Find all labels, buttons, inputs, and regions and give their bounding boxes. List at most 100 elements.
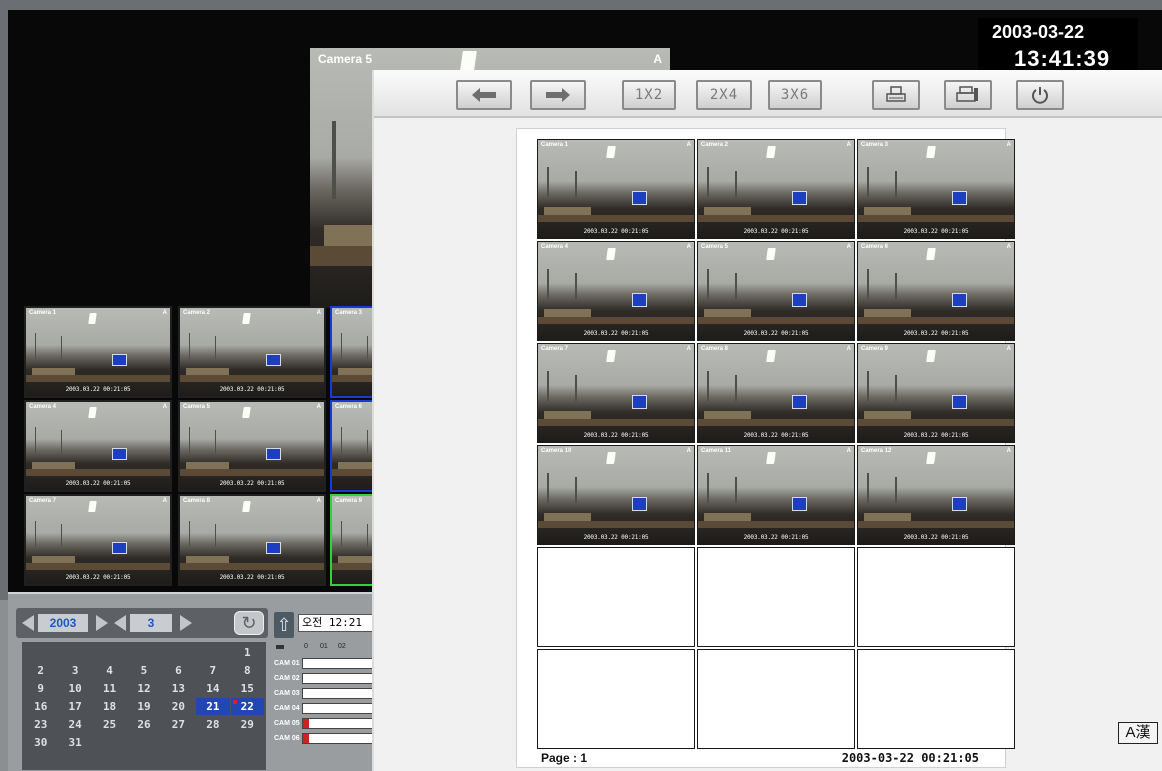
- close-preview-button[interactable]: [1016, 80, 1064, 110]
- timeline-row[interactable]: CAM 04: [274, 701, 388, 716]
- recording-marker: [303, 719, 309, 728]
- calendar-day[interactable]: 17: [58, 698, 91, 715]
- calendar-day[interactable]: 6: [162, 662, 195, 679]
- next-month-arrow-icon[interactable]: [180, 615, 192, 631]
- calendar-day[interactable]: 13: [162, 680, 195, 697]
- calendar-grid: 1 2 3 4 5 6 7 8 9 10 11 12 13 14 15 16 17 18 19 20 21 22 23 24 2…: [22, 642, 266, 770]
- clock-display: 2003-03-22 13:41:39: [978, 18, 1138, 76]
- timeline-camera-label: CAM 01: [274, 660, 300, 667]
- calendar-day[interactable]: 30: [24, 734, 57, 751]
- calendar-day: [162, 644, 195, 661]
- page-timestamp: 2003-03-22 00:21:05: [841, 751, 979, 765]
- empty-page-cell: [857, 649, 1015, 749]
- calendar-day[interactable]: 10: [58, 680, 91, 697]
- page-cell: Camera 3 A 2003.03.22 00:21:05: [857, 139, 1015, 239]
- calendar-day: [127, 644, 160, 661]
- right-arrow-icon: [546, 88, 570, 102]
- calendar-day[interactable]: 29: [231, 716, 264, 733]
- page-cell: Camera 6 A 2003.03.22 00:21:05: [857, 241, 1015, 341]
- camera-thumbnail[interactable]: Camera 2 A 2003.03.22 00:21:05: [178, 306, 326, 398]
- calendar-day[interactable]: 22: [230, 698, 264, 715]
- layout-1x2-button[interactable]: 1X2: [622, 80, 676, 110]
- page-cell: Camera 9 A 2003.03.22 00:21:05: [857, 343, 1015, 443]
- calendar-day[interactable]: 27: [162, 716, 195, 733]
- camera-timestamp: 2003.03.22 00:21:05: [743, 330, 809, 338]
- camera-label: Camera 2: [701, 142, 729, 148]
- calendar-day[interactable]: 3: [58, 662, 91, 679]
- camera-flag: A: [316, 404, 321, 410]
- power-icon: [1032, 87, 1048, 104]
- calendar-day[interactable]: 24: [58, 716, 91, 733]
- timeline-row[interactable]: CAM 05: [274, 716, 388, 731]
- timeline-row[interactable]: CAM 06: [274, 731, 388, 746]
- calendar-day[interactable]: 2: [24, 662, 57, 679]
- camera-flag: A: [162, 310, 167, 316]
- calendar-day[interactable]: 1: [231, 644, 264, 661]
- print-setup-icon: [956, 86, 978, 102]
- print-button[interactable]: [872, 80, 920, 110]
- layout-2x4-button[interactable]: 2X4: [696, 80, 752, 110]
- calendar-day[interactable]: 14: [196, 680, 229, 697]
- next-page-button[interactable]: [530, 80, 586, 110]
- timeline-row[interactable]: CAM 03: [274, 686, 388, 701]
- calendar-day[interactable]: 25: [93, 716, 126, 733]
- camera-timestamp: 2003.03.22 00:21:05: [583, 432, 649, 440]
- print-setup-button[interactable]: [944, 80, 992, 110]
- calendar-day: [93, 734, 126, 751]
- calendar-day[interactable]: 15: [231, 680, 264, 697]
- calendar-day[interactable]: 23: [24, 716, 57, 733]
- calendar-day: [231, 734, 264, 751]
- calendar-day: [93, 644, 126, 661]
- calendar-day[interactable]: 18: [93, 698, 126, 715]
- page-cell: Camera 7 A 2003.03.22 00:21:05: [537, 343, 695, 443]
- camera-thumbnail[interactable]: Camera 7 A 2003.03.22 00:21:05: [24, 494, 172, 586]
- timeline-row[interactable]: CAM 02: [274, 671, 388, 686]
- camera-label: Camera 8: [183, 498, 211, 504]
- camera-thumbnail[interactable]: Camera 8 A 2003.03.22 00:21:05: [178, 494, 326, 586]
- camera-timestamp: 2003.03.22 00:21:05: [65, 574, 131, 582]
- layout-3x6-button[interactable]: 3X6: [768, 80, 822, 110]
- prev-year-arrow-icon[interactable]: [22, 615, 34, 631]
- camera-thumbnail[interactable]: Camera 4 A 2003.03.22 00:21:05: [24, 400, 172, 492]
- camera-image: Camera 9 A 2003.03.22 00:21:05: [858, 344, 1014, 442]
- calendar-day[interactable]: 16: [24, 698, 57, 715]
- up-arrow-icon[interactable]: ⇧: [274, 612, 294, 638]
- next-year-arrow-icon[interactable]: [96, 615, 108, 631]
- calendar-day[interactable]: 12: [127, 680, 160, 697]
- page-cell: Camera 12 A 2003.03.22 00:21:05: [857, 445, 1015, 545]
- timeline-rows: CAM 01 CAM 02 CAM 03 CAM 04 CAM 05 CAM 06: [274, 656, 388, 746]
- camera-thumbnail[interactable]: Camera 5 A 2003.03.22 00:21:05: [178, 400, 326, 492]
- hour-label: 0: [304, 643, 308, 650]
- prev-month-arrow-icon[interactable]: [114, 615, 126, 631]
- calendar-day[interactable]: 11: [93, 680, 126, 697]
- refresh-icon[interactable]: ↻: [234, 611, 264, 635]
- year-field[interactable]: 2003: [38, 614, 88, 632]
- camera-image: Camera 8 A 2003.03.22 00:21:05: [698, 344, 854, 442]
- timeline-row[interactable]: CAM 01: [274, 656, 388, 671]
- camera-timestamp: 2003.03.22 00:21:05: [583, 228, 649, 236]
- calendar-day[interactable]: 31: [58, 734, 91, 751]
- calendar-day[interactable]: 9: [24, 680, 57, 697]
- page-cell: Camera 11 A 2003.03.22 00:21:05: [697, 445, 855, 545]
- camera-timestamp: 2003.03.22 00:21:05: [219, 574, 285, 582]
- calendar-day[interactable]: 8: [231, 662, 264, 679]
- ime-indicator[interactable]: A漢: [1118, 722, 1158, 744]
- camera-label: Camera 5: [183, 404, 211, 410]
- page-cell: Camera 10 A 2003.03.22 00:21:05: [537, 445, 695, 545]
- calendar-day[interactable]: 26: [127, 716, 160, 733]
- calendar-day[interactable]: 4: [93, 662, 126, 679]
- calendar-day[interactable]: 21: [196, 698, 230, 715]
- print-page: Camera 1 A 2003.03.22 00:21:05 Camera 2 A 200…: [516, 128, 1015, 768]
- camera-thumbnail[interactable]: Camera 1 A 2003.03.22 00:21:05: [24, 306, 172, 398]
- preview-toolbar: 1X2 2X4 3X6: [374, 70, 1162, 118]
- camera-flag: A: [1006, 142, 1011, 148]
- print-preview-window: 1X2 2X4 3X6 Camera 1 A 2003.03.22 00:21:05…: [372, 70, 1162, 771]
- calendar-day[interactable]: 7: [196, 662, 229, 679]
- prev-page-button[interactable]: [456, 80, 512, 110]
- calendar-day[interactable]: 5: [127, 662, 160, 679]
- calendar-day[interactable]: 28: [196, 716, 229, 733]
- camera-timestamp: 2003.03.22 00:21:05: [743, 534, 809, 542]
- calendar-day[interactable]: 19: [127, 698, 160, 715]
- month-field[interactable]: 3: [130, 614, 172, 632]
- calendar-day[interactable]: 20: [162, 698, 195, 715]
